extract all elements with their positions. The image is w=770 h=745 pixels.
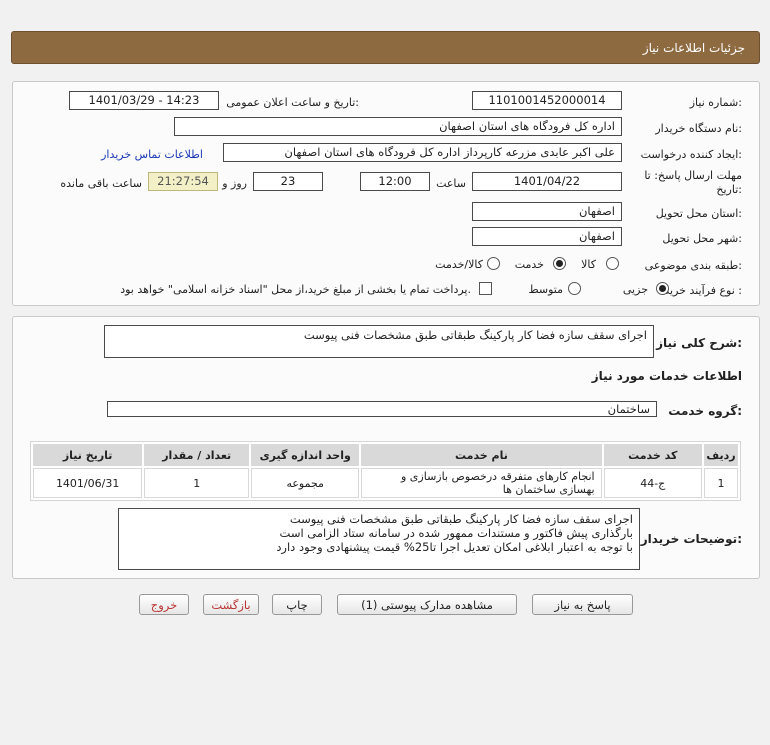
need-number-field: 1101001452000014 bbox=[472, 91, 622, 110]
process-option-partial: جزیی bbox=[622, 283, 648, 296]
category-option-service: خدمت bbox=[514, 258, 544, 271]
category-option-goods: کالا bbox=[581, 258, 596, 271]
announce-label: تاریخ و ساعت اعلان عمومی: bbox=[226, 96, 359, 109]
category-radio-goods-service[interactable] bbox=[487, 257, 500, 270]
deadline-date-field: 1401/04/22 bbox=[472, 172, 622, 191]
creator-label: ایجاد کننده درخواست: bbox=[640, 148, 742, 161]
days-field: 23 bbox=[253, 172, 323, 191]
category-radio-service[interactable] bbox=[553, 257, 566, 270]
category-option-goods-service: کالا/خدمت bbox=[435, 258, 483, 271]
deadline-label: مهلت ارسال پاسخ: تا bbox=[644, 169, 742, 182]
reply-button[interactable]: پاسخ به نیاز bbox=[532, 594, 633, 615]
days-label: روز و bbox=[222, 177, 247, 190]
services-section-title: اطلاعات خدمات مورد نیاز bbox=[591, 369, 742, 383]
process-radio-partial[interactable] bbox=[656, 282, 669, 295]
time-label: ساعت bbox=[436, 177, 466, 190]
service-group-label: گروه خدمت: bbox=[668, 404, 742, 418]
cell-unit: مجموعه bbox=[251, 468, 360, 498]
category-label: طبقه بندی موضوعی: bbox=[644, 259, 742, 272]
city-label: شهر محل تحویل: bbox=[662, 232, 742, 245]
summary-label: شرح کلی نیاز: bbox=[656, 336, 742, 350]
announce-field: 1401/03/29 - 14:23 bbox=[69, 91, 219, 110]
col-service-name: نام خدمت bbox=[361, 444, 602, 466]
col-unit: واحد اندازه گیری bbox=[251, 444, 360, 466]
cell-service-code: ج-44 bbox=[603, 468, 702, 498]
process-label: نوع فرآیند خرید : bbox=[664, 284, 742, 297]
buyer-org-label: نام دستگاه خریدار: bbox=[655, 122, 742, 135]
cell-row: 1 bbox=[703, 468, 738, 498]
back-button[interactable]: بازگشت bbox=[203, 594, 259, 615]
print-button[interactable]: چاپ bbox=[272, 594, 322, 615]
remaining-time-field: 21:27:54 bbox=[148, 172, 218, 191]
col-row: ردیف bbox=[703, 444, 738, 466]
category-radio-goods[interactable] bbox=[606, 257, 619, 270]
details-panel bbox=[12, 81, 760, 306]
buyer-notes-label: توضیحات خریدار: bbox=[640, 532, 742, 546]
need-number-label: شماره نیاز: bbox=[689, 96, 742, 109]
col-need-date: تاریخ نیاز bbox=[33, 444, 143, 466]
city-field: اصفهان bbox=[472, 227, 622, 246]
province-field: اصفهان bbox=[472, 202, 622, 221]
process-radio-medium[interactable] bbox=[568, 282, 581, 295]
treasury-checkbox[interactable] bbox=[479, 282, 492, 295]
service-group-field: ساختمان bbox=[107, 401, 657, 417]
view-attachments-button[interactable]: مشاهده مدارک پیوستی (1) bbox=[337, 594, 517, 615]
province-label: استان محل تحویل: bbox=[655, 207, 742, 220]
deadline-label-date: تاریخ: bbox=[716, 183, 742, 196]
table-header-row: ردیف کد خدمت نام خدمت واحد اندازه گیری ت… bbox=[33, 444, 738, 466]
deadline-time-field: 12:00 bbox=[360, 172, 430, 191]
summary-field: اجرای سقف سازه فضا کار پارکینگ طبقاتی طب… bbox=[104, 325, 654, 358]
col-service-code: کد خدمت bbox=[603, 444, 702, 466]
remaining-label: ساعت باقی مانده bbox=[60, 177, 142, 190]
cell-quantity: 1 bbox=[144, 468, 250, 498]
table-row: 1 ج-44 انجام کارهای متفرقه درخصوص بازساز… bbox=[33, 468, 738, 498]
payment-note: پرداخت تمام یا بخشی از مبلغ خرید،از محل … bbox=[120, 283, 471, 296]
buyer-notes-field: اجرای سقف سازه فضا کار پارکینگ طبقاتی طب… bbox=[118, 508, 640, 570]
buyer-notes-line: با توجه به اعتبار ابلاغی امکان تعدیل اجر… bbox=[276, 540, 633, 554]
page-header: جزئیات اطلاعات نیاز bbox=[11, 31, 760, 64]
buyer-notes-line: اجرای سقف سازه فضا کار پارکینگ طبقاتی طب… bbox=[289, 512, 633, 526]
buyer-notes-line: بارگذاری پیش فاکتور و مستندات ممهور شده … bbox=[279, 526, 633, 540]
services-table: ردیف کد خدمت نام خدمت واحد اندازه گیری ت… bbox=[30, 441, 741, 501]
creator-field: علی اکبر عابدی مزرعه کارپرداز اداره کل ف… bbox=[223, 143, 622, 162]
page-title: جزئیات اطلاعات نیاز bbox=[642, 41, 745, 55]
cell-need-date: 1401/06/31 bbox=[33, 468, 143, 498]
col-quantity: تعداد / مقدار bbox=[144, 444, 250, 466]
process-option-medium: متوسط bbox=[528, 283, 563, 296]
buyer-contact-link[interactable]: اطلاعات تماس خریدار bbox=[101, 148, 203, 161]
cell-service-name: انجام کارهای متفرقه درخصوص بازسازی و بهس… bbox=[361, 468, 602, 498]
buyer-org-field: اداره کل فرودگاه های استان اصفهان bbox=[174, 117, 622, 136]
exit-button[interactable]: خروج bbox=[139, 594, 189, 615]
